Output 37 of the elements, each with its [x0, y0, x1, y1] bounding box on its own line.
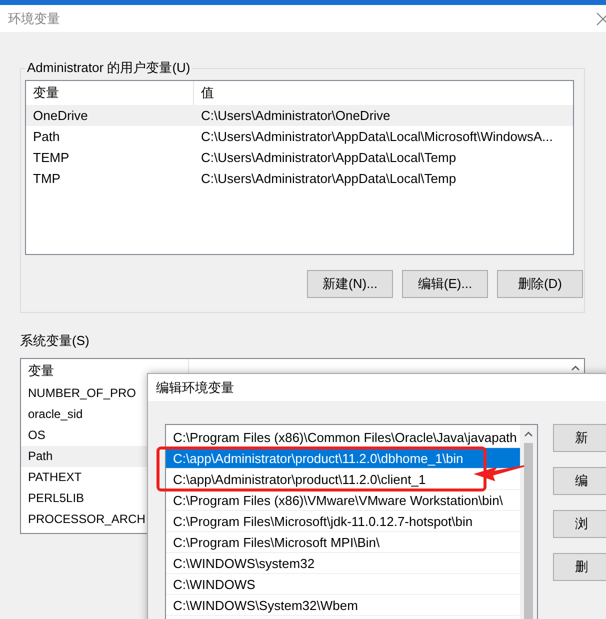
dialog-button[interactable]: 编辑(E)...: [402, 270, 488, 298]
variable-row[interactable]: OneDrive C:\Users\Administrator\OneDrive: [26, 105, 573, 126]
variable-name: TEMP: [32, 149, 70, 167]
variable-name: Path: [32, 128, 61, 146]
variable-name: OneDrive: [32, 107, 89, 125]
variable-name: Path: [27, 448, 53, 465]
variable-row[interactable]: TMP C:\Users\Administrator\AppData\Local\Temp: [26, 168, 573, 189]
close-icon[interactable]: [596, 12, 606, 26]
variable-value: C:\Users\Administrator\AppData\Local\Temp: [200, 149, 456, 167]
variable-row[interactable]: Path C:\Users\Administrator\AppData\Local\Microsoft\WindowsA...: [26, 126, 573, 147]
path-entry[interactable]: C:\Program Files\Microsoft MPI\Bin\: [166, 532, 520, 553]
variable-value: C:\Users\Administrator\AppData\Local\Microsoft\WindowsA...: [200, 128, 553, 146]
scrollbar[interactable]: [520, 425, 537, 619]
dialog-button[interactable]: 新: [553, 424, 606, 452]
dialog-button[interactable]: 删: [553, 553, 606, 581]
path-entry[interactable]: C:\app\Administrator\product\11.2.0\dbhome_1\bin: [166, 448, 520, 469]
variable-value: C:\Users\Administrator\OneDrive: [200, 107, 390, 125]
annotation-arrow: [474, 465, 525, 482]
dialog-button[interactable]: 编: [553, 467, 606, 495]
variable-value: C:\Users\Administrator\AppData\Local\Temp: [200, 170, 456, 188]
column-header[interactable]: 值: [194, 81, 214, 105]
dialog-button[interactable]: 新建(N)...: [307, 270, 393, 298]
window-title: 环境变量: [8, 10, 60, 28]
group-label: 系统变量(S): [20, 332, 90, 350]
variable-name: oracle_sid: [27, 406, 83, 423]
dialog-button[interactable]: 删除(D): [497, 270, 583, 298]
path-entry[interactable]: C:\Program Files (x86)\VMware\VMware Workstation\bin\: [166, 490, 520, 511]
path-entry[interactable]: C:\WINDOWS\System32\Wbem: [166, 595, 520, 616]
scroll-up-icon[interactable]: [524, 430, 533, 436]
variable-name: TMP: [32, 170, 62, 188]
dialog-button[interactable]: 浏: [553, 510, 606, 538]
path-entry[interactable]: C:\WINDOWS: [166, 574, 520, 595]
scroll-up-icon[interactable]: [571, 364, 580, 370]
variable-row[interactable]: TEMP C:\Users\Administrator\AppData\Local\Temp: [26, 147, 573, 168]
path-entry[interactable]: C:\WINDOWS\system32: [166, 553, 520, 574]
group-label: Administrator 的用户变量(U): [26, 59, 192, 77]
path-entry[interactable]: C:\Program Files\Microsoft\jdk-11.0.12.7-hotspot\bin: [166, 511, 520, 532]
